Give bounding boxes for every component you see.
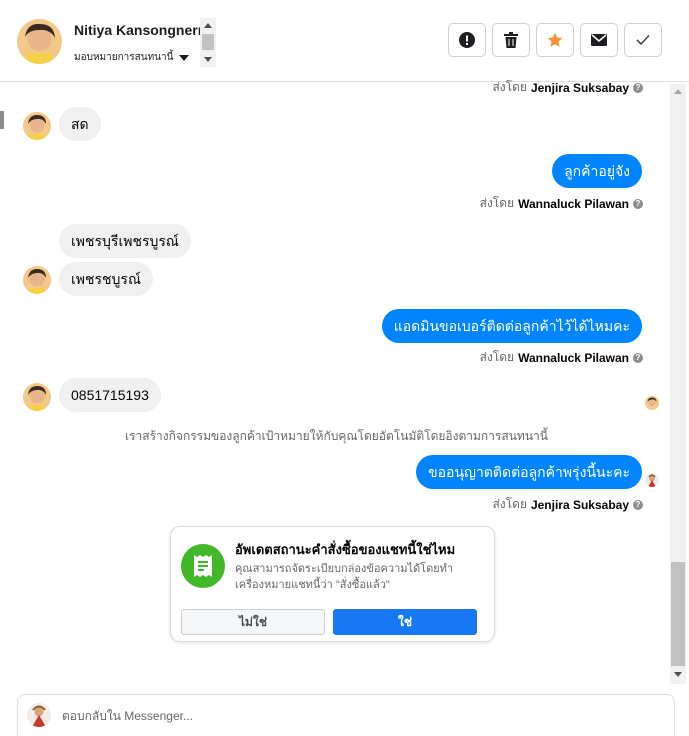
incoming-message[interactable]: สด	[59, 107, 101, 141]
header-actions	[448, 23, 662, 57]
contact-avatar[interactable]	[17, 19, 62, 64]
check-icon	[636, 34, 650, 46]
chat-scrollbar[interactable]	[670, 84, 686, 684]
system-message: เราสร้างกิจกรรมของลูกค้าเป้าหมายให้กับคุ…	[125, 429, 548, 443]
page-avatar	[27, 703, 51, 727]
card-description: คุณสามารถจัดระเบียบกล่องข้อความได้โดยทำเ…	[235, 563, 454, 591]
sent-by-label: ส่งโดย Wannaluck Pilawan ?	[480, 194, 643, 213]
sent-by-label: ส่งโดย Wannaluck Pilawan ?	[480, 348, 643, 367]
info-icon[interactable]: ?	[633, 198, 643, 209]
mark-unread-button[interactable]	[580, 23, 618, 57]
star-icon	[547, 32, 563, 47]
exclamation-icon	[459, 32, 475, 48]
info-icon[interactable]: ?	[633, 352, 643, 363]
outgoing-message[interactable]: ลูกค้าอยู่จัง	[552, 154, 642, 188]
sender-name: Jenjira Suksabay	[530, 80, 629, 95]
yes-button[interactable]: ใช่	[333, 609, 477, 635]
incoming-message[interactable]: เพชรชบูรณ์	[59, 262, 153, 296]
mark-spam-button[interactable]	[448, 23, 486, 57]
contact-avatar-small[interactable]	[23, 112, 51, 140]
scroll-down-arrow[interactable]	[674, 672, 682, 677]
conversation-header: Nitiya Kansongnern มอบหมายการสนทนานี้	[0, 0, 689, 82]
sent-by-label: ส่งโดย Jenjira Suksabay ?	[492, 495, 643, 514]
caret-down-icon	[179, 54, 190, 61]
no-button[interactable]: ไม่ใช่	[181, 609, 325, 635]
incoming-message[interactable]: 0851715193	[59, 378, 161, 412]
scroll-thumb[interactable]	[671, 562, 685, 666]
scroll-down-arrow[interactable]	[204, 57, 212, 62]
scroll-up-arrow[interactable]	[674, 89, 682, 94]
card-title: อัพเดตสถานะคำสั่งซื้อของแชทนี้ใช่ไหม	[235, 542, 456, 557]
contact-avatar-small[interactable]	[23, 383, 51, 411]
sender-name: Wannaluck Pilawan	[518, 350, 629, 365]
reply-input[interactable]	[62, 709, 622, 723]
order-status-card: อัพเดตสถานะคำสั่งซื้อของแชทนี้ใช่ไหม คุณ…	[170, 526, 495, 642]
left-scroll-indicator	[0, 111, 4, 129]
outgoing-message[interactable]: แอดมินขอเบอร์ติดต่อลูกค้าไว้ได้ไหมคะ	[381, 309, 642, 343]
mark-done-button[interactable]	[624, 23, 662, 57]
seen-avatar	[645, 396, 659, 410]
receipt-icon	[181, 544, 225, 588]
envelope-icon	[591, 34, 607, 46]
assign-conversation-dropdown[interactable]: มอบหมายการสนทนานี้	[74, 50, 190, 65]
reply-composer	[17, 694, 675, 736]
assign-label: มอบหมายการสนทนานี้	[74, 52, 174, 63]
info-icon[interactable]: ?	[633, 82, 643, 93]
delete-button[interactable]	[492, 23, 530, 57]
sender-name: Wannaluck Pilawan	[518, 196, 629, 211]
incoming-message[interactable]: เพชรบุรีเพชรบูรณ์	[59, 224, 191, 258]
sender-name: Jenjira Suksabay	[530, 497, 629, 512]
header-scrollbar[interactable]	[200, 18, 216, 67]
trash-icon	[504, 32, 518, 48]
scroll-thumb[interactable]	[202, 34, 214, 50]
outgoing-message[interactable]: ขออนุญาตติดต่อลูกค้าพรุ่งนี้นะคะ	[416, 455, 642, 489]
seen-avatar	[645, 473, 659, 487]
scroll-up-arrow[interactable]	[204, 23, 212, 28]
info-icon[interactable]: ?	[633, 499, 643, 510]
sent-by-label: ส่งโดย Jenjira Suksabay ?	[492, 78, 643, 97]
contact-avatar-small[interactable]	[23, 266, 51, 294]
contact-name[interactable]: Nitiya Kansongnern	[74, 22, 206, 38]
star-button[interactable]	[536, 23, 574, 57]
